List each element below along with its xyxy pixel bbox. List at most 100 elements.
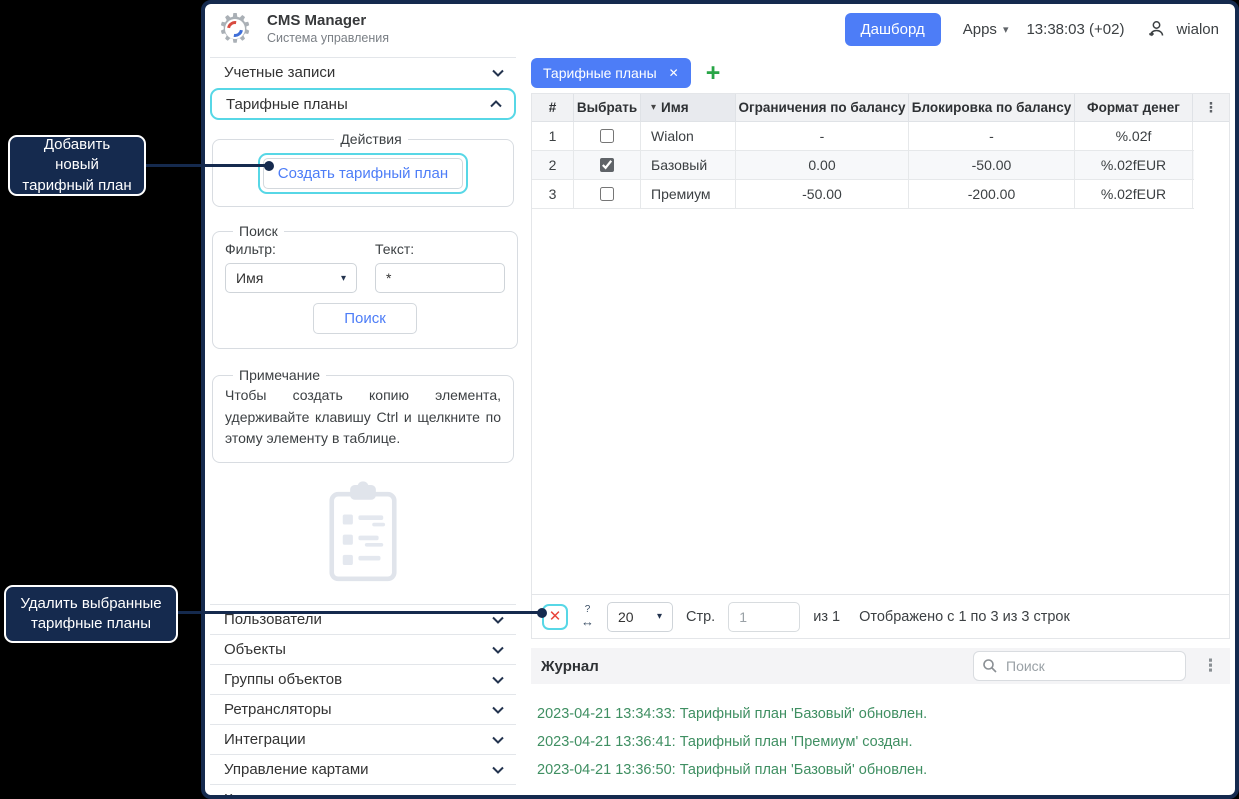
- table-menu-kebab-icon[interactable]: ⋮: [1193, 94, 1229, 121]
- row-name: Wialon: [641, 122, 736, 150]
- fit-columns-icon[interactable]: ? ↔: [581, 605, 594, 628]
- search-button[interactable]: Поиск: [313, 303, 417, 334]
- main-content: Тарифные планы ✕ + # Выбрать ▾ Имя Огран…: [531, 58, 1230, 799]
- sidebar: Учетные записи Тарифные планы Действия С…: [210, 57, 516, 799]
- journal-search-input[interactable]: [973, 651, 1186, 681]
- table-row[interactable]: 2 Базовый 0.00 -50.00 %.02fEUR: [532, 151, 1194, 180]
- chevron-down-icon: [492, 616, 504, 624]
- delete-selected-icon[interactable]: ✕: [549, 609, 562, 624]
- app-header: ⚙ CMS Manager Система управления Дашборд…: [205, 4, 1235, 54]
- text-label: Текст:: [375, 241, 505, 257]
- dashboard-button[interactable]: Дашборд: [845, 13, 941, 46]
- note-text: Чтобы создать копию элемента, удерживайт…: [225, 385, 501, 450]
- tab-label: Тарифные планы: [543, 65, 657, 81]
- sidebar-item[interactable]: Объекты: [210, 634, 516, 664]
- app-title-block: CMS Manager Система управления: [267, 12, 389, 46]
- pagination-bar: ✕ ? ↔ 20 ▾ Стр. из 1 Отображено с 1 по 3…: [532, 594, 1229, 638]
- row-block: -: [909, 122, 1075, 150]
- callout-delete-connector-line: [178, 611, 542, 614]
- chevron-down-icon: ▾: [1003, 23, 1009, 36]
- page-size-select[interactable]: 20 ▾: [607, 602, 673, 632]
- table-panel: # Выбрать ▾ Имя Ограничения по балансу Б…: [531, 93, 1230, 639]
- search-text-input[interactable]: [375, 263, 505, 293]
- chevron-down-icon: [492, 676, 504, 684]
- row-checkbox[interactable]: [600, 129, 614, 143]
- sidebar-item[interactable]: Ретрансляторы: [210, 694, 516, 724]
- row-block: -50.00: [909, 151, 1075, 179]
- page-of-label: из 1: [813, 609, 840, 625]
- sidebar-item-tariff-plans[interactable]: Тарифные планы: [210, 88, 516, 120]
- page-size-value: 20: [618, 609, 634, 625]
- sidebar-item[interactable]: Пользователи: [210, 604, 516, 634]
- row-block: -200.00: [909, 180, 1075, 208]
- chevron-down-icon: [492, 766, 504, 774]
- chevron-down-icon: ▾: [341, 273, 346, 284]
- filter-select[interactable]: Имя ▾: [225, 263, 357, 293]
- sidebar-item[interactable]: Группы объектов: [210, 664, 516, 694]
- row-checkbox[interactable]: [600, 158, 614, 172]
- sidebar-item[interactable]: Управление картами: [210, 754, 516, 784]
- sort-desc-icon: ▾: [651, 102, 656, 113]
- create-button-highlight: Создать тарифный план: [258, 153, 468, 194]
- actions-legend: Действия: [334, 131, 407, 147]
- search-icon: [982, 658, 998, 674]
- row-check-cell: [574, 122, 641, 150]
- row-limit: -50.00: [736, 180, 909, 208]
- journal-menu-kebab-icon[interactable]: ⋮: [1202, 656, 1220, 676]
- column-header-limit[interactable]: Ограничения по балансу: [736, 94, 909, 121]
- column-header-name[interactable]: ▾ Имя: [641, 94, 736, 121]
- table-row[interactable]: 1 Wialon - - %.02f: [532, 122, 1194, 151]
- app-subtitle: Система управления: [267, 31, 389, 47]
- rows-summary: Отображено с 1 по 3 из 3 строк: [859, 609, 1070, 625]
- column-header-num[interactable]: #: [532, 94, 574, 121]
- table-body: 1 Wialon - - %.02f 2: [532, 122, 1194, 209]
- journal-panel: Журнал ⋮ 2023-04-21 13:34:33: Тарифный п…: [531, 648, 1230, 799]
- chevron-down-icon: ▾: [657, 611, 662, 622]
- create-tariff-plan-button[interactable]: Создать тарифный план: [263, 158, 463, 189]
- note-legend: Примечание: [233, 367, 326, 383]
- app-title: CMS Manager: [267, 12, 389, 31]
- username: wialon: [1176, 21, 1219, 38]
- filter-label: Фильтр:: [225, 241, 357, 257]
- clock: 13:38:03 (+02): [1026, 21, 1124, 38]
- tab-tariff-plans[interactable]: Тарифные планы ✕: [531, 58, 691, 88]
- callout-delete-tariff: Удалить выбранные тарифные планы: [4, 585, 178, 643]
- column-header-check[interactable]: Выбрать: [574, 94, 641, 121]
- sidebar-item[interactable]: Интеграции: [210, 724, 516, 754]
- sidebar-bottom-list: Пользователи Объекты Группы объектов Рет…: [210, 604, 516, 799]
- row-limit: -: [736, 122, 909, 150]
- column-header-format[interactable]: Формат денег: [1075, 94, 1193, 121]
- chevron-down-icon: [492, 706, 504, 714]
- journal-search: [973, 651, 1186, 681]
- column-header-block[interactable]: Блокировка по балансу: [909, 94, 1075, 121]
- row-checkbox[interactable]: [600, 187, 614, 201]
- search-legend: Поиск: [233, 223, 284, 239]
- row-format: %.02fEUR: [1075, 151, 1193, 179]
- row-num: 3: [532, 180, 574, 208]
- search-group: Поиск Фильтр: Имя ▾ Текст: Поиск: [212, 223, 518, 349]
- cms-manager-logo-icon: ⚙: [215, 9, 255, 49]
- add-tab-icon[interactable]: +: [706, 61, 721, 86]
- tab-close-icon[interactable]: ✕: [669, 66, 679, 80]
- row-format: %.02fEUR: [1075, 180, 1193, 208]
- sidebar-item[interactable]: Корзина: [210, 784, 516, 799]
- page-number-input[interactable]: [728, 602, 800, 632]
- log-entry: 2023-04-21 13:36:50: Тарифный план 'Базо…: [537, 756, 1224, 784]
- callout-delete-connector-dot: [537, 608, 547, 618]
- chevron-down-icon: [492, 646, 504, 654]
- table-header: # Выбрать ▾ Имя Ограничения по балансу Б…: [532, 94, 1229, 122]
- sidebar-item-accounts[interactable]: Учетные записи: [210, 57, 516, 87]
- app-window: ⚙ CMS Manager Система управления Дашборд…: [201, 0, 1239, 799]
- callout-add-tariff: Добавить новый тарифный план: [8, 135, 146, 196]
- row-name: Премиум: [641, 180, 736, 208]
- log-entry: 2023-04-21 13:36:41: Тарифный план 'Прем…: [537, 728, 1224, 756]
- chevron-down-icon: [492, 796, 504, 799]
- user-icon: [1146, 19, 1166, 39]
- actions-group: Действия Создать тарифный план: [212, 131, 514, 207]
- apps-menu[interactable]: Apps ▾: [963, 21, 1009, 38]
- user-box[interactable]: wialon: [1146, 19, 1219, 39]
- table-row[interactable]: 3 Премиум -50.00 -200.00 %.02fEUR: [532, 180, 1194, 209]
- chevron-up-icon: [490, 100, 502, 108]
- row-num: 2: [532, 151, 574, 179]
- row-limit: 0.00: [736, 151, 909, 179]
